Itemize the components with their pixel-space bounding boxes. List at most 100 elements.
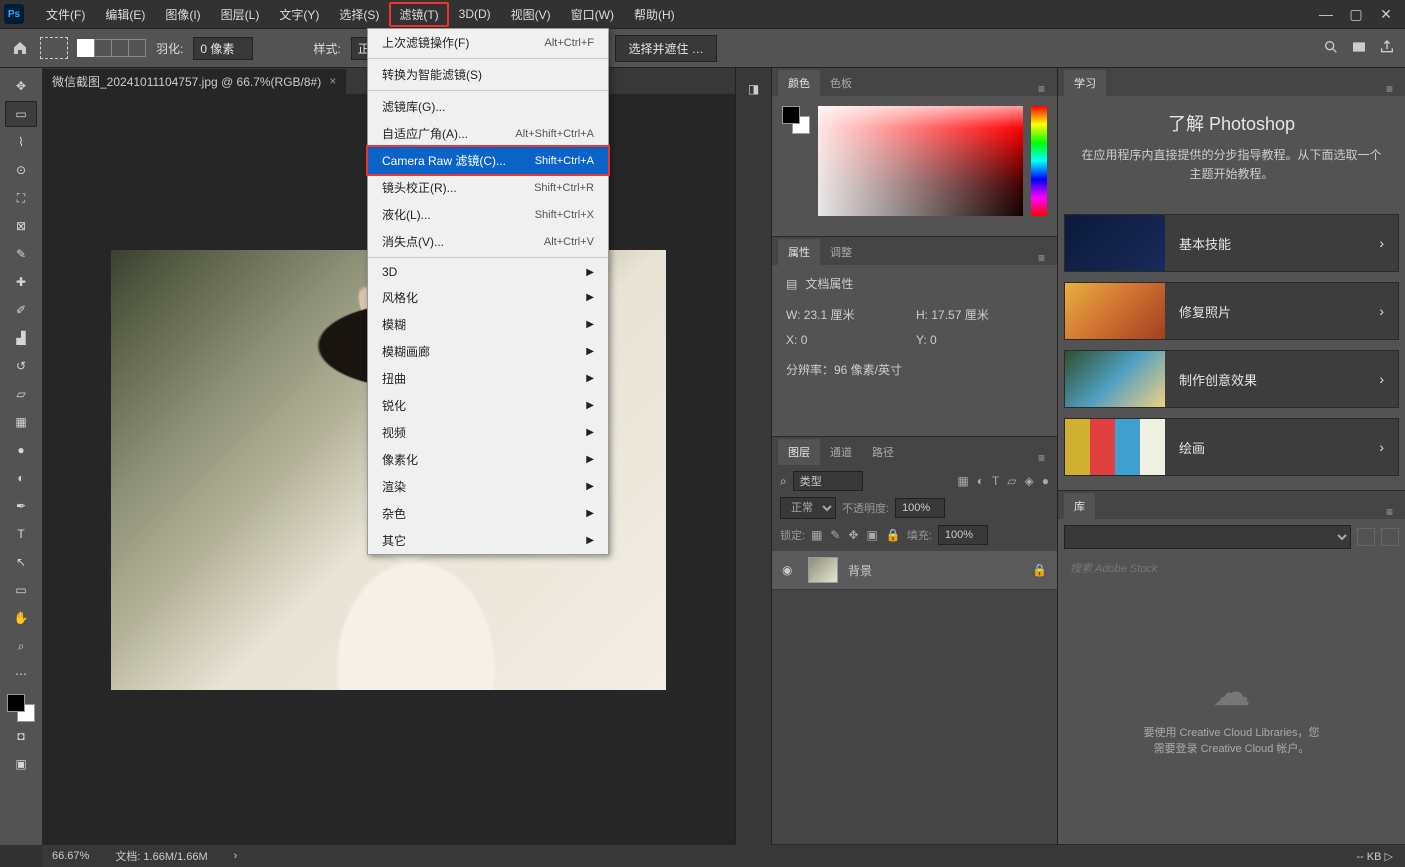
layers-tab[interactable]: 图层	[778, 439, 820, 465]
learn-card-retouch[interactable]: 修复照片›	[1064, 282, 1399, 340]
filter-smart-icon[interactable]: ◈	[1025, 474, 1034, 488]
zoom-level[interactable]: 66.67%	[52, 850, 89, 862]
menu-smart-filter[interactable]: 转换为智能滤镜(S)	[368, 61, 608, 88]
tool-preset[interactable]	[40, 37, 68, 59]
select-mask-button[interactable]: 选择并遮住 …	[615, 35, 716, 62]
eyedropper-tool[interactable]: ✎	[5, 241, 37, 267]
shape-tool[interactable]: ▭	[5, 577, 37, 603]
rail-icon-1[interactable]: ◨	[741, 74, 767, 104]
menu-3d-sub[interactable]: 3D▶	[368, 260, 608, 284]
panel-menu-icon[interactable]: ≡	[1032, 82, 1051, 96]
lock-all-icon[interactable]: 🔒	[886, 528, 901, 542]
filter-adjust-icon[interactable]: ◐	[977, 474, 984, 488]
menu-filter[interactable]: 滤镜(T)	[389, 2, 448, 27]
adjustments-tab[interactable]: 调整	[820, 239, 862, 265]
share-icon[interactable]	[1379, 39, 1395, 58]
filter-toggle-icon[interactable]: ●	[1042, 474, 1049, 488]
learn-card-creative[interactable]: 制作创意效果›	[1064, 350, 1399, 408]
edit-toolbar[interactable]: ⋯	[5, 661, 37, 687]
dodge-tool[interactable]: ◐	[5, 465, 37, 491]
menu-other-sub[interactable]: 其它▶	[368, 527, 608, 554]
menu-last-filter[interactable]: 上次滤镜操作(F)Alt+Ctrl+F	[368, 29, 608, 56]
visibility-icon[interactable]: ◉	[782, 563, 798, 577]
library-select[interactable]	[1064, 525, 1351, 549]
learn-tab[interactable]: 学习	[1064, 70, 1106, 96]
panel-menu-icon[interactable]: ≡	[1380, 82, 1399, 96]
paths-tab[interactable]: 路径	[862, 439, 904, 465]
eraser-tool[interactable]: ▱	[5, 381, 37, 407]
history-brush-tool[interactable]: ↺	[5, 353, 37, 379]
properties-tab[interactable]: 属性	[778, 239, 820, 265]
selection-mode[interactable]	[78, 39, 146, 57]
menu-help[interactable]: 帮助(H)	[624, 2, 685, 27]
menu-type[interactable]: 文字(Y)	[269, 2, 329, 27]
library-tab[interactable]: 库	[1064, 493, 1095, 519]
color-swatch[interactable]	[7, 694, 35, 722]
chevron-right-icon[interactable]: ›	[234, 850, 238, 862]
swatches-tab[interactable]: 色板	[820, 70, 862, 96]
layer-thumbnail[interactable]	[808, 557, 838, 583]
document-size[interactable]: 文档: 1.66M/1.66M	[115, 848, 207, 864]
type-tool[interactable]: T	[5, 521, 37, 547]
menu-stylize-sub[interactable]: 风格化▶	[368, 284, 608, 311]
menu-distort-sub[interactable]: 扭曲▶	[368, 365, 608, 392]
panel-menu-icon[interactable]: ≡	[1032, 251, 1051, 265]
feather-input[interactable]: 0 像素	[193, 37, 253, 60]
home-icon[interactable]	[10, 38, 30, 58]
learn-card-basics[interactable]: 基本技能›	[1064, 214, 1399, 272]
marquee-tool[interactable]: ▭	[5, 101, 37, 127]
menu-view[interactable]: 视图(V)	[501, 2, 561, 27]
screen-mode[interactable]: ▣	[5, 751, 37, 777]
minimize-button[interactable]: —	[1311, 4, 1341, 25]
opacity-input[interactable]	[895, 498, 945, 518]
panel-menu-icon[interactable]: ≡	[1032, 451, 1051, 465]
hand-tool[interactable]: ✋	[5, 605, 37, 631]
filter-type-icon[interactable]: T	[992, 474, 999, 488]
menu-file[interactable]: 文件(F)	[36, 2, 95, 27]
menu-noise-sub[interactable]: 杂色▶	[368, 500, 608, 527]
blur-tool[interactable]: ●	[5, 437, 37, 463]
color-field[interactable]	[818, 106, 1023, 216]
tab-close-icon[interactable]: ×	[329, 74, 336, 88]
menu-sharpen-sub[interactable]: 锐化▶	[368, 392, 608, 419]
lock-position-icon[interactable]: ✎	[830, 528, 840, 542]
menu-3d[interactable]: 3D(D)	[449, 3, 501, 25]
menu-filter-gallery[interactable]: 滤镜库(G)...	[368, 93, 608, 120]
brush-tool[interactable]: ✐	[5, 297, 37, 323]
filter-shape-icon[interactable]: ▱	[1007, 474, 1016, 488]
frame-tool[interactable]: ⊠	[5, 213, 37, 239]
lock-pixels-icon[interactable]: ▦	[811, 528, 822, 542]
layer-row[interactable]: ◉ 背景 🔒	[772, 551, 1057, 590]
menu-blur-sub[interactable]: 模糊▶	[368, 311, 608, 338]
menu-blur-gallery-sub[interactable]: 模糊画廊▶	[368, 338, 608, 365]
menu-pixelate-sub[interactable]: 像素化▶	[368, 446, 608, 473]
quick-select-tool[interactable]: ⊙	[5, 157, 37, 183]
healing-tool[interactable]: ✚	[5, 269, 37, 295]
menu-video-sub[interactable]: 视频▶	[368, 419, 608, 446]
workspace-icon[interactable]	[1351, 39, 1367, 58]
gradient-tool[interactable]: ▦	[5, 409, 37, 435]
lock-move-icon[interactable]: ✥	[848, 528, 858, 542]
document-tab[interactable]: 微信截图_20241011104757.jpg @ 66.7%(RGB/8#) …	[42, 69, 346, 94]
lasso-tool[interactable]: ⌇	[5, 129, 37, 155]
channels-tab[interactable]: 通道	[820, 439, 862, 465]
menu-render-sub[interactable]: 渲染▶	[368, 473, 608, 500]
color-tab[interactable]: 颜色	[778, 70, 820, 96]
fill-input[interactable]	[938, 525, 988, 545]
lock-artboard-icon[interactable]: ▣	[867, 528, 878, 542]
learn-card-paint[interactable]: 绘画›	[1064, 418, 1399, 476]
maximize-button[interactable]: ▢	[1341, 4, 1371, 25]
quick-mask[interactable]: ◘	[5, 723, 37, 749]
crop-tool[interactable]: ⛶	[5, 185, 37, 211]
filter-image-icon[interactable]: ▦	[957, 474, 968, 488]
menu-select[interactable]: 选择(S)	[329, 2, 389, 27]
move-tool[interactable]: ✥	[5, 73, 37, 99]
blend-mode-select[interactable]: 正常	[780, 497, 836, 519]
menu-layer[interactable]: 图层(L)	[211, 2, 270, 27]
layer-name[interactable]: 背景	[848, 562, 872, 579]
menu-edit[interactable]: 编辑(E)	[95, 2, 155, 27]
search-icon[interactable]	[1323, 39, 1339, 58]
path-select-tool[interactable]: ↖	[5, 549, 37, 575]
layer-filter-input[interactable]	[793, 471, 863, 491]
pen-tool[interactable]: ✒	[5, 493, 37, 519]
